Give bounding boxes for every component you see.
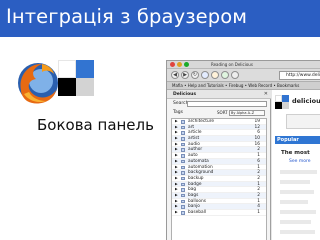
tag-icon xyxy=(181,137,185,141)
sidebar-close-icon[interactable]: ✕ xyxy=(264,90,268,99)
back-button[interactable]: ◀ xyxy=(171,71,179,79)
sidebar-title: Delicious xyxy=(173,92,197,97)
bookmark-button[interactable] xyxy=(211,71,219,79)
page-content: delicious Popular The most See more xyxy=(272,90,320,240)
section-heading: The most xyxy=(281,150,310,156)
tag-icon xyxy=(181,154,185,158)
brand-name: delicious xyxy=(292,97,320,105)
tag-button[interactable] xyxy=(221,71,229,79)
placeholder-line xyxy=(280,210,316,214)
firefox-logo-icon xyxy=(18,63,58,104)
tab-popular[interactable]: Popular xyxy=(275,136,320,144)
see-more-link[interactable]: See more xyxy=(289,159,310,164)
sort-select[interactable]: By Alpha A–Z xyxy=(229,110,265,116)
tag-icon xyxy=(181,182,185,187)
sidebar-search-input[interactable] xyxy=(187,101,267,107)
tag-icon xyxy=(181,176,185,181)
delicious-logo-icon xyxy=(58,60,94,96)
tag-icon xyxy=(181,199,185,204)
delicious-sidebar: Delicious ✕ Search: Tags SORT By Alpha A… xyxy=(167,90,271,240)
tag-icon xyxy=(181,205,185,209)
tag-icon xyxy=(181,171,185,175)
tag-name: baseball xyxy=(188,210,206,215)
tag-icon xyxy=(181,131,185,135)
tag-icon xyxy=(181,188,185,192)
reload-button[interactable]: ↻ xyxy=(191,71,199,79)
tag-icon xyxy=(181,125,185,130)
tags-label: Tags xyxy=(173,110,183,115)
history-button[interactable] xyxy=(231,71,239,79)
slide-subtitle: Бокова панель xyxy=(37,116,154,134)
home-button[interactable] xyxy=(201,71,209,79)
window-titlebar: Reading on Delicious xyxy=(167,61,320,69)
browser-screenshot: Reading on Delicious ◀ ▶ ↻ http://www.de… xyxy=(166,60,320,240)
window-title: Reading on Delicious xyxy=(211,62,253,67)
zoom-window-icon xyxy=(184,62,189,67)
delicious-small-logo-icon xyxy=(275,95,289,109)
placeholder-line xyxy=(280,190,314,194)
tag-icon xyxy=(181,120,185,124)
tag-icon xyxy=(181,148,185,152)
tag-icon xyxy=(181,165,185,169)
placeholder-line xyxy=(280,230,315,234)
placeholder-line xyxy=(280,220,311,224)
tag-icon xyxy=(181,211,185,215)
slide-title: Інтеграція з браузером xyxy=(6,5,248,28)
tag-count: 1 xyxy=(257,210,260,215)
content-search-box[interactable] xyxy=(286,114,320,129)
tag-list: ▶ architecture 19 ▶ art 12 ▶ article 6 ▶ artist 10 ▶… xyxy=(171,118,267,240)
forward-button[interactable]: ▶ xyxy=(181,71,189,79)
bookmarks-bar[interactable]: Mafia • Help and Tutorials • Firebug • W… xyxy=(167,82,320,90)
browser-toolbar: ◀ ▶ ↻ http://www.delicious.com/ xyxy=(167,69,320,82)
minimize-window-icon xyxy=(177,62,182,67)
title-bar: Інтеграція з браузером xyxy=(0,0,320,37)
tag-icon xyxy=(181,193,185,198)
tag-row[interactable]: ▶ baseball 1 xyxy=(172,210,266,216)
placeholder-line xyxy=(280,180,310,184)
placeholder-line xyxy=(280,170,317,174)
sort-label: SORT xyxy=(217,110,228,115)
url-input[interactable]: http://www.delicious.com/ xyxy=(279,71,320,80)
close-window-icon xyxy=(170,62,175,67)
placeholder-line xyxy=(280,200,308,204)
tag-icon xyxy=(181,159,185,164)
sidebar-header: Delicious ✕ xyxy=(167,90,271,99)
expand-triangle-icon[interactable]: ▶ xyxy=(175,210,178,216)
tag-icon xyxy=(181,142,185,147)
